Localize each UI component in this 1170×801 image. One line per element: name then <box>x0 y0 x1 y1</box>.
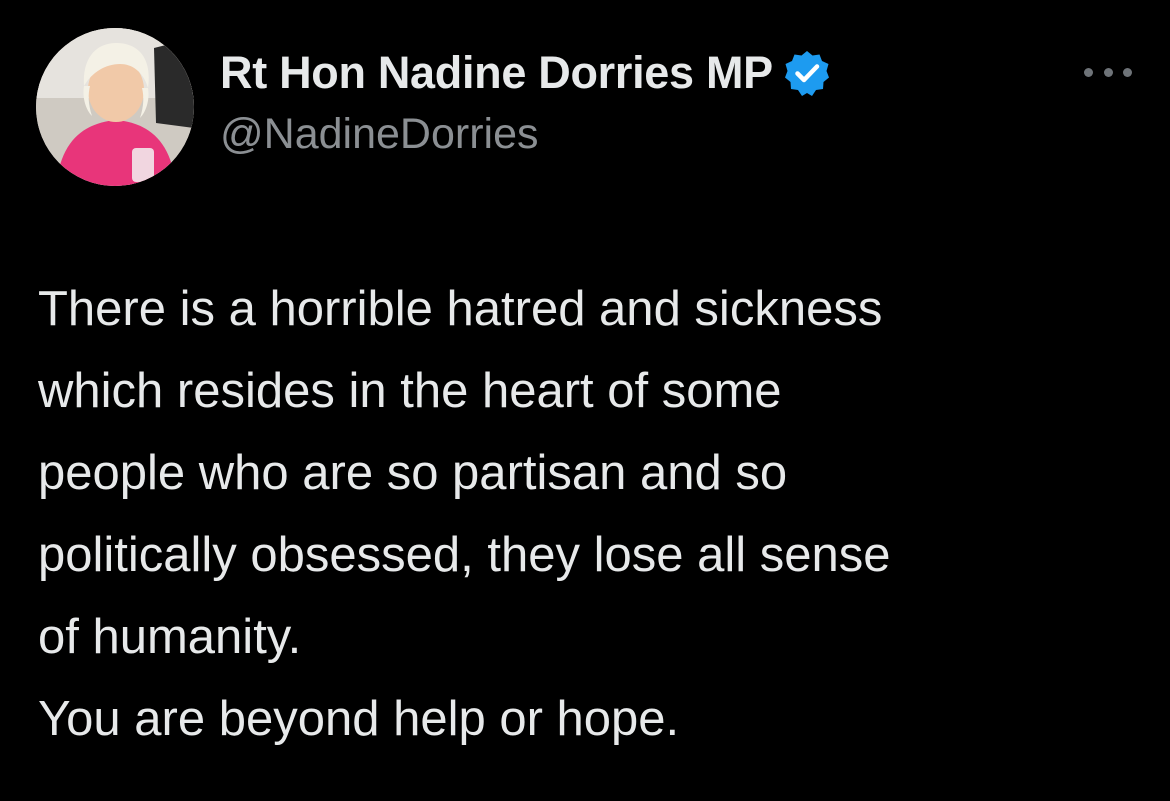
dot <box>1084 67 1093 77</box>
author-handle[interactable]: @NadineDorries <box>220 110 539 159</box>
tweet-text-line: politically obsessed, they lose all sens… <box>38 528 891 582</box>
tweet-card: Rt Hon Nadine Dorries MP @NadineDorries … <box>0 0 1170 801</box>
tweet-text-line: There is a horrible hatred and sickness <box>38 282 883 336</box>
tweet-text-line: You are beyond help or hope. <box>38 692 680 746</box>
avatar[interactable] <box>36 28 194 186</box>
tweet-text-line: people who are so partisan and so <box>38 446 788 500</box>
author-display-name[interactable]: Rt Hon Nadine Dorries MP <box>220 47 773 99</box>
tweet-text: There is a horrible hatred and sickness … <box>38 268 1138 760</box>
tweet-text-line: of humanity. <box>38 610 302 664</box>
dot <box>1103 67 1113 77</box>
avatar-image <box>36 28 194 186</box>
tweet-text-line: which resides in the heart of some <box>38 364 782 418</box>
more-options-ellipsis-icon[interactable] <box>1084 60 1132 84</box>
verified-badge-icon[interactable] <box>783 49 831 97</box>
dot <box>1123 67 1132 77</box>
author-name-row: Rt Hon Nadine Dorries MP <box>220 42 831 104</box>
